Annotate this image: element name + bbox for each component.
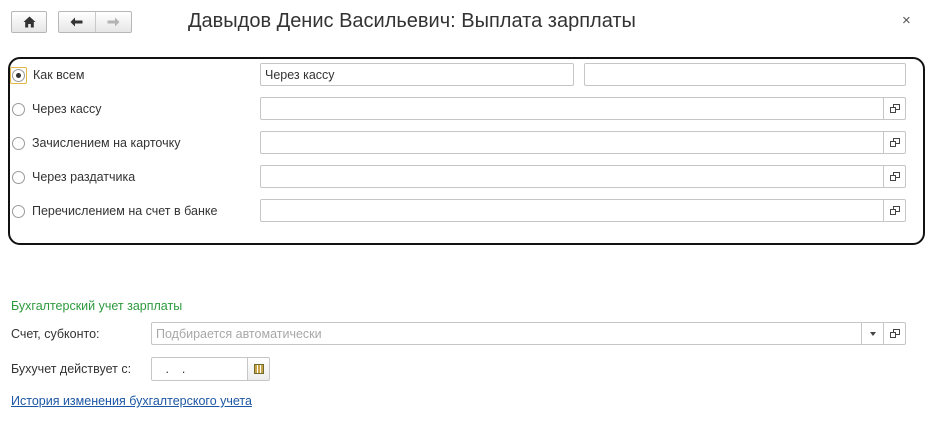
radio-focus-frame (10, 66, 27, 84)
account-label: Счет, субконто: (11, 327, 100, 341)
radio-button[interactable] (12, 204, 25, 218)
radio-button[interactable] (12, 136, 25, 150)
window-title: Давыдов Денис Васильевич: Выплата зарпла… (188, 10, 636, 32)
calendar-button[interactable] (247, 357, 270, 381)
open-button[interactable] (883, 132, 905, 153)
back-button[interactable] (59, 12, 95, 32)
history-link[interactable]: История изменения бухгалтерского учета (11, 394, 252, 408)
dropdown-button[interactable] (861, 323, 883, 344)
distributor-details-field[interactable] (260, 165, 906, 188)
default-method-value: Через кассу (265, 67, 335, 82)
radio-option-card[interactable]: Зачислением на карточку (12, 133, 180, 153)
radio-label: Как всем (33, 68, 85, 82)
forward-button[interactable] (94, 12, 132, 32)
radio-label: Перечислением на счет в банке (32, 204, 218, 218)
account-field[interactable]: Подбирается автоматически (151, 322, 906, 345)
open-icon (889, 104, 900, 113)
home-icon (23, 16, 35, 28)
effective-date-label: Бухучет действует с: (11, 362, 132, 376)
open-icon (889, 172, 900, 181)
radio-label: Через раздатчика (32, 170, 136, 184)
cash-details-field[interactable] (260, 97, 906, 120)
radio-label: Через кассу (32, 102, 102, 116)
arrow-left-icon (70, 17, 83, 27)
card-details-field[interactable] (260, 131, 906, 154)
radio-option-kak-vsem[interactable]: Как всем (10, 65, 84, 85)
calendar-icon (253, 364, 264, 374)
default-extra-field[interactable] (584, 63, 906, 86)
effective-date-input[interactable]: . . (151, 357, 248, 381)
effective-date-value: . . (160, 362, 193, 376)
radio-button[interactable] (12, 102, 25, 116)
close-icon[interactable]: × (902, 12, 911, 29)
radio-button[interactable] (12, 170, 25, 184)
account-placeholder: Подбирается автоматически (156, 326, 322, 341)
section-title-accounting: Бухгалтерский учет зарплаты (11, 299, 183, 313)
radio-option-bank-transfer[interactable]: Перечислением на счет в банке (12, 201, 217, 221)
navigation-buttons (58, 11, 132, 33)
radio-button[interactable] (12, 68, 25, 82)
radio-option-cash[interactable]: Через кассу (12, 99, 102, 119)
open-button[interactable] (883, 98, 905, 119)
bank-details-field[interactable] (260, 199, 906, 222)
default-method-field[interactable]: Через кассу (260, 63, 574, 86)
radio-option-distributor[interactable]: Через раздатчика (12, 167, 135, 187)
radio-label: Зачислением на карточку (32, 136, 181, 150)
open-icon (889, 206, 900, 215)
home-button[interactable] (11, 11, 47, 33)
chevron-down-icon (869, 331, 876, 336)
open-icon (889, 138, 900, 147)
open-button[interactable] (883, 166, 905, 187)
open-button[interactable] (883, 323, 905, 344)
open-icon (889, 329, 900, 338)
arrow-right-icon (107, 17, 120, 27)
open-button[interactable] (883, 200, 905, 221)
